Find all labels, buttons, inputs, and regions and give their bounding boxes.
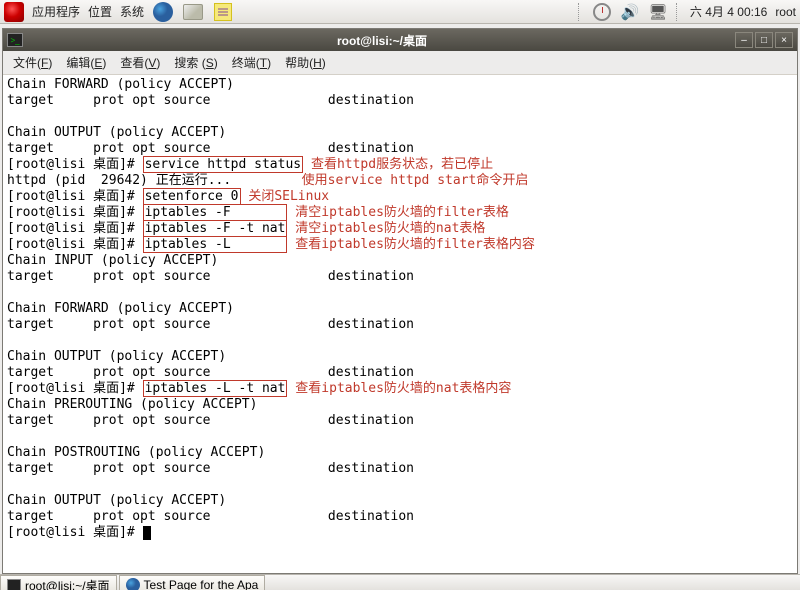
terminal-output[interactable]: Chain FORWARD (policy ACCEPT) target pro… bbox=[3, 75, 797, 573]
terminal-window: >_ root@lisi:~/桌面 – □ × 文件(F) 编辑(E) 查看(V… bbox=[2, 28, 798, 574]
taskbar-label: root@lisi:~/桌面 bbox=[25, 577, 110, 590]
annotation-httpd-start: 使用service httpd start命令开启 bbox=[302, 173, 529, 188]
menu-file[interactable]: 文件(F) bbox=[7, 52, 58, 73]
mail-launcher-icon[interactable] bbox=[182, 1, 204, 23]
distro-icon[interactable] bbox=[4, 2, 24, 22]
menu-help[interactable]: 帮助(H) bbox=[279, 52, 332, 73]
menu-search[interactable]: 搜索 (S) bbox=[168, 52, 223, 73]
cpu-monitor-icon[interactable] bbox=[592, 2, 612, 22]
maximize-button[interactable]: □ bbox=[755, 32, 773, 48]
menu-applications[interactable]: 应用程序 bbox=[32, 3, 80, 20]
panel-right-group: 🔊 🖥 六 4月 4 00:16 root bbox=[578, 2, 796, 22]
annotation-list-nat: 查看iptables防火墙的nat表格内容 bbox=[295, 381, 511, 396]
network-icon[interactable]: 🖥 bbox=[648, 2, 668, 22]
firefox-task-icon bbox=[126, 578, 140, 590]
terminal-title-icon: >_ bbox=[7, 33, 23, 47]
firefox-launcher-icon[interactable] bbox=[152, 1, 174, 23]
cmd-iptables-f: iptables -F bbox=[143, 204, 288, 221]
cmd-service-httpd-status: service httpd status bbox=[143, 156, 304, 173]
menu-terminal[interactable]: 终端(T) bbox=[226, 52, 277, 73]
cmd-setenforce: setenforce 0 bbox=[143, 188, 241, 205]
close-button[interactable]: × bbox=[775, 32, 793, 48]
minimize-button[interactable]: – bbox=[735, 32, 753, 48]
notes-launcher-icon[interactable] bbox=[212, 1, 234, 23]
taskbar-label: Test Page for the Apa bbox=[144, 578, 259, 590]
annotation-flush-filter: 清空iptables防火墙的filter表格 bbox=[295, 205, 509, 220]
clock-text[interactable]: 六 4月 4 00:16 bbox=[690, 3, 767, 20]
annotation-list-filter: 查看iptables防火墙的filter表格内容 bbox=[295, 237, 535, 252]
menu-places[interactable]: 位置 bbox=[88, 3, 112, 20]
menu-edit[interactable]: 编辑(E) bbox=[60, 52, 112, 73]
window-title: root@lisi:~/桌面 bbox=[29, 32, 735, 49]
terminal-cursor bbox=[143, 526, 151, 540]
window-controls: – □ × bbox=[735, 32, 793, 48]
gnome-bottom-panel: root@lisi:~/桌面 Test Page for the Apa bbox=[0, 574, 800, 590]
gnome-top-panel: 应用程序 位置 系统 🔊 🖥 六 4月 4 00:16 root bbox=[0, 0, 800, 24]
annotation-selinux: 关闭SELinux bbox=[248, 189, 329, 204]
taskbar-item-firefox[interactable]: Test Page for the Apa bbox=[119, 575, 266, 590]
panel-left-group: 应用程序 位置 系统 bbox=[4, 1, 234, 23]
user-label[interactable]: root bbox=[775, 5, 796, 19]
cmd-iptables-l-nat: iptables -L -t nat bbox=[143, 380, 288, 397]
cmd-iptables-f-nat: iptables -F -t nat bbox=[143, 220, 288, 237]
window-titlebar[interactable]: >_ root@lisi:~/桌面 – □ × bbox=[3, 29, 797, 51]
cmd-iptables-l: iptables -L bbox=[143, 236, 288, 253]
taskbar-item-terminal[interactable]: root@lisi:~/桌面 bbox=[0, 575, 117, 590]
annotation-flush-nat: 清空iptables防火墙的nat表格 bbox=[295, 221, 485, 236]
terminal-menubar: 文件(F) 编辑(E) 查看(V) 搜索 (S) 终端(T) 帮助(H) bbox=[3, 51, 797, 75]
volume-icon[interactable]: 🔊 bbox=[620, 2, 640, 22]
menu-view[interactable]: 查看(V) bbox=[114, 52, 166, 73]
panel-divider-2 bbox=[676, 3, 682, 21]
panel-divider bbox=[578, 3, 584, 21]
menu-system[interactable]: 系统 bbox=[120, 3, 144, 20]
annotation-httpd-status: 查看httpd服务状态，若已停止 bbox=[311, 157, 493, 172]
terminal-task-icon bbox=[7, 579, 21, 590]
